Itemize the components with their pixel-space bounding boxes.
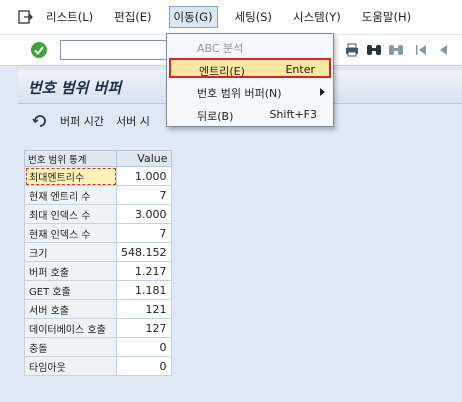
table-row: 현재 엔트리 수7 <box>24 185 172 205</box>
row-value[interactable]: 0 <box>116 356 172 376</box>
row-label[interactable]: 최대 인덱스 수 <box>24 204 117 224</box>
menu-goto[interactable]: 이동(G) <box>168 6 218 28</box>
menu-item-abc-analysis: ABC 분석 <box>197 42 244 55</box>
row-label[interactable]: 충돌 <box>24 337 117 357</box>
page-title: 번호 범위 버퍼 <box>28 79 122 97</box>
row-value[interactable]: 1.181 <box>116 280 172 300</box>
row-label[interactable]: 버퍼 호출 <box>24 261 117 281</box>
row-value[interactable]: 548.152 <box>116 242 172 262</box>
print-icon[interactable] <box>344 42 360 58</box>
row-label[interactable]: 최대엔트리수 <box>24 166 117 186</box>
menu-item-back[interactable]: 뒤로(B) Shift+F3 <box>169 105 331 125</box>
column-header[interactable]: Value <box>116 150 172 167</box>
first-page-icon[interactable] <box>414 42 430 58</box>
command-field[interactable] <box>60 40 172 60</box>
row-label[interactable]: 데이터베이스 호출 <box>24 318 117 338</box>
row-value[interactable]: 127 <box>116 318 172 338</box>
row-value[interactable]: 7 <box>116 185 172 205</box>
find-next-icon[interactable] <box>388 42 404 58</box>
table-row: 타임아웃 0 <box>24 356 172 376</box>
menu-list[interactable]: 리스트(L) <box>42 7 97 27</box>
goto-dropdown-menu: ABC 분석 엔트리(E) Enter 번호 범위 버퍼(N) 뒤로(B) Sh… <box>166 33 334 127</box>
row-label[interactable]: 타임아웃 <box>24 356 117 376</box>
check-icon[interactable] <box>30 41 48 59</box>
table-row: 서버 호출 121 <box>24 299 172 319</box>
row-label[interactable]: GET 호출 <box>24 280 117 300</box>
buffer-time-button[interactable]: 버퍼 시간 <box>60 113 104 129</box>
table-row: 현재 인덱스 수7 <box>24 223 172 243</box>
exit-icon[interactable] <box>16 8 34 26</box>
refresh-icon[interactable] <box>32 113 48 129</box>
menu-system[interactable]: 시스템(Y) <box>289 7 345 27</box>
column-header[interactable]: 번호 범위 통계 <box>24 150 117 167</box>
table-row: 최대 인덱스 수 3.000 <box>24 204 172 224</box>
find-icon[interactable] <box>366 42 382 58</box>
menu-settings[interactable]: 세팅(S) <box>231 7 276 27</box>
row-value[interactable]: 121 <box>116 299 172 319</box>
menu-edit[interactable]: 편집(E) <box>110 7 155 27</box>
submenu-arrow-icon <box>320 88 325 96</box>
menu-help[interactable]: 도움말(H) <box>358 7 415 27</box>
statistics-table: 번호 범위 통계 Value 최대엔트리수 1.000 현재 엔트리 수7 최대 … <box>24 150 172 376</box>
row-value[interactable]: 7 <box>116 223 172 243</box>
row-label[interactable]: 크기 <box>24 242 117 262</box>
row-value[interactable]: 1.000 <box>116 166 172 186</box>
table-row: 데이터베이스 호출 127 <box>24 318 172 338</box>
row-value[interactable]: 3.000 <box>116 204 172 224</box>
row-label[interactable]: 현재 인덱스 수 <box>24 223 117 243</box>
row-value[interactable]: 1.217 <box>116 261 172 281</box>
table-row: GET 호출 1.181 <box>24 280 172 300</box>
menu-bar: 리스트(L) 편집(E) 이동(G) 세팅(S) 시스템(Y) 도움말(H) <box>0 0 462 34</box>
row-value[interactable]: 0 <box>116 337 172 357</box>
server-time-button[interactable]: 서버 시 <box>116 113 150 129</box>
table-row: 충돌 0 <box>24 337 172 357</box>
row-label[interactable]: 서버 호출 <box>24 299 117 319</box>
menu-item-entry[interactable]: 엔트리(E) Enter <box>169 58 331 78</box>
row-label[interactable]: 현재 엔트리 수 <box>24 185 117 205</box>
table-row: 최대엔트리수 1.000 <box>24 166 172 186</box>
table-row: 버퍼 호출 1.217 <box>24 261 172 281</box>
previous-page-icon[interactable] <box>436 42 452 58</box>
menu-item-number-range-buffer[interactable]: 번호 범위 버퍼(N) <box>169 82 331 102</box>
table-row: 크기 548.152 <box>24 242 172 262</box>
table-header-row: 번호 범위 통계 Value <box>24 150 172 167</box>
